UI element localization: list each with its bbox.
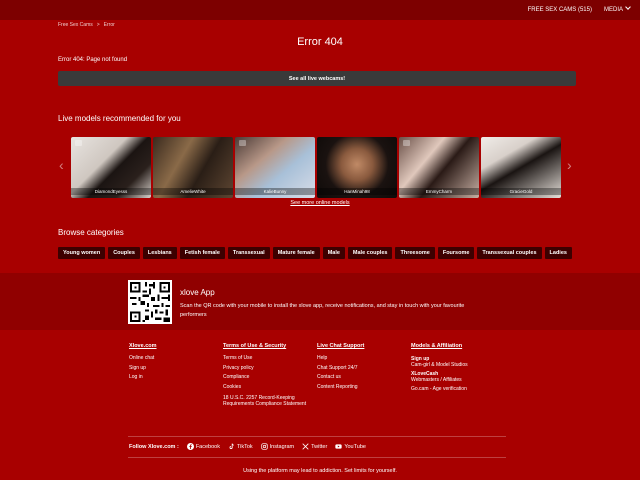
category-chip[interactable]: Threesome [395,247,435,259]
category-chip[interactable]: Fetish female [179,247,225,259]
model-card[interactable]: KalieBunny [235,137,315,198]
divider [128,436,506,437]
footer-link-sub: Webmasters / Affiliates [411,377,462,383]
breadcrumb: Free Sex Cams > Error [58,22,115,28]
app-description: Scan the QR code with your mobile to ins… [180,303,465,318]
see-all-webcams-button[interactable]: See all live webcams! [58,71,576,86]
social-facebook[interactable]: Facebook [186,443,220,450]
breadcrumb-current: Error [103,22,115,28]
facebook-icon [186,443,194,450]
footer-heading: Terms of Use & Security [223,343,287,349]
nav-media[interactable]: MEDIA [603,4,631,13]
model-card[interactable]: DiamondEyesss [71,137,151,198]
social-instagram[interactable]: Instagram [261,443,294,450]
model-name: HanMinah98 [317,188,397,195]
footer-heading[interactable]: Xlove.com [129,343,157,349]
divider [128,457,506,458]
category-chip[interactable]: Young women [58,247,106,259]
carousel-prev-icon[interactable]: ‹ [59,157,64,173]
footer-col-support: Live Chat Support Help Chat Support 24/7… [317,343,364,395]
footer-link[interactable]: Privacy policy [223,365,318,371]
social-row: Follow Xlove.com : Facebook TikTok Insta… [129,443,366,450]
error-message: Error 404: Page not found [58,57,128,63]
model-carousel: DiamondEyesss AmelieWhite KalieBunny Han… [71,137,561,198]
category-chip[interactable]: Mature female [272,247,320,259]
category-chip[interactable]: Ladies [544,247,572,259]
social-label: Instagram [269,443,295,450]
model-card[interactable]: GracieGold [481,137,561,198]
footer-link[interactable]: Log in [129,375,157,380]
social-label: YouTube [344,443,366,450]
footer-col-models: Models & Affiliation Sign up Cam-girl & … [411,343,468,392]
see-more-models-link[interactable]: See more online models [0,200,640,206]
footer-link[interactable]: Go.cam - Age verification [411,386,468,392]
footer-link[interactable]: Sign up [129,365,157,371]
breadcrumb-separator: > [96,22,100,28]
social-label: Twitter [311,443,328,450]
categories-title: Browse categories [58,228,124,237]
social-youtube[interactable]: YouTube [335,443,366,450]
footer-link[interactable]: Chat Support 24/7 [317,365,364,371]
category-chip[interactable]: Transsexual couples [477,247,542,259]
addiction-warning: Using the platform may lead to addiction… [243,468,397,474]
model-card[interactable]: EmmyCharm [399,137,479,198]
category-chip[interactable]: Foursome [437,247,475,259]
nav-free-sex-cams[interactable]: FREE SEX CAMS (515) [528,7,592,13]
model-name: AmelieWhite [153,188,233,195]
x-twitter-icon [302,443,309,450]
model-name: EmmyCharm [399,188,479,195]
category-chip[interactable]: Lesbians [142,247,177,259]
camera-icon [75,140,82,146]
model-name: GracieGold [481,188,561,195]
social-twitter[interactable]: Twitter [302,443,327,450]
model-name: DiamondEyesss [71,188,151,195]
footer-heading: Models & Affiliation [411,343,463,349]
footer-heading: Live Chat Support [317,343,365,349]
category-chip[interactable]: Male couples [347,247,393,259]
footer-link[interactable]: Help [317,356,364,361]
youtube-icon [335,444,342,449]
nav-media-label: MEDIA [603,7,623,13]
top-nav: FREE SEX CAMS (515) MEDIA [528,0,631,20]
social-label: Facebook [195,443,220,450]
footer-link[interactable]: Sign up Cam-girl & Model Studios [411,356,468,368]
footer-link[interactable]: Contact us [317,375,364,380]
model-card[interactable]: AmelieWhite [153,137,233,198]
recommended-title: Live models recommended for you [58,114,181,123]
qr-code [128,280,172,324]
model-name: KalieBunny [235,188,315,195]
footer-link[interactable]: XLoveCash Webmasters / Affiliates [411,371,468,383]
category-list: Young women Couples Lesbians Fetish fema… [58,247,572,259]
footer-link[interactable]: Online chat [129,356,157,361]
footer-link[interactable]: 18 U.S.C. 2257 Record-Keeping Requiremen… [223,395,318,407]
social-label: TikTok [236,443,253,450]
footer-link-sub: Cam-girl & Model Studios [411,362,468,368]
camera-icon [239,140,246,146]
carousel-next-icon[interactable]: › [567,157,572,173]
category-chip[interactable]: Couples [108,247,140,259]
instagram-icon [261,443,268,450]
camera-icon [403,140,410,146]
app-title: xlove App [180,288,215,297]
page-title: Error 404 [297,36,343,48]
top-bar: FREE SEX CAMS (515) MEDIA [0,0,640,20]
model-card[interactable]: HanMinah98 [317,137,397,198]
footer-col-terms: Terms of Use & Security Terms of Use Pri… [223,343,318,411]
category-chip[interactable]: Male [322,247,345,259]
footer-link[interactable]: Compliance [223,375,318,380]
social-tiktok[interactable]: TikTok [228,443,253,450]
footer-link[interactable]: Cookies [223,385,318,390]
footer-link[interactable]: Terms of Use [223,356,318,361]
footer-col-xlove: Xlove.com Online chat Sign up Log in [129,343,157,385]
footer-link[interactable]: Content Reporting [317,385,364,390]
tiktok-icon [229,443,234,450]
chevron-down-icon [625,4,631,10]
category-chip[interactable]: Transsexual [227,247,270,259]
breadcrumb-home[interactable]: Free Sex Cams [58,22,93,28]
follow-label: Follow Xlove.com : [129,443,179,450]
